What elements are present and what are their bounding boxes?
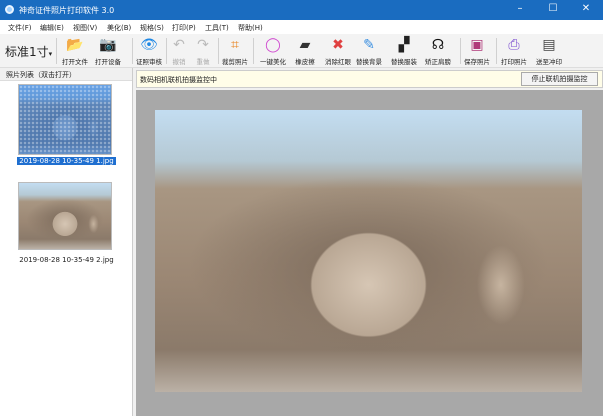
minimize-button[interactable]: – [510, 3, 530, 14]
camera-icon: 📷 [99, 37, 117, 53]
toolbar-button-redo[interactable]: ↷ 重做 [186, 36, 220, 66]
status-text: 数码相机联机拍摄监控中 [140, 76, 217, 84]
toolbar-button-label: 送至冲印 [536, 58, 562, 66]
redo-icon: ↷ [197, 37, 209, 53]
toolbar-button-folder-open[interactable]: 📂 打开文件 [58, 36, 92, 66]
thumbnail-2[interactable] [18, 182, 112, 250]
toolbar-button-label: 矫正肩膀 [425, 58, 451, 66]
toolbar-button-crop[interactable]: ⌗ 裁剪照片 [218, 36, 252, 66]
eraser-icon: ▰ [299, 37, 311, 53]
photo-list-panel: 照片列表（双击打开） 2019-08-28 10-35-49 1.jpg 201… [0, 68, 133, 416]
brush-icon: ✎ [363, 37, 375, 53]
status-bar: 数码相机联机拍摄监控中 停止联机拍摄监控 [136, 70, 603, 88]
thumbnail-1-caption[interactable]: 2019-08-28 10-35-49 1.jpg [0, 157, 133, 165]
toolbar-button-label: 重做 [196, 58, 210, 66]
photo-printer-icon: ▤ [542, 37, 556, 53]
toolbar-button-label: 替换服装 [391, 58, 417, 66]
toolbar-button-label: 替换背景 [356, 58, 382, 66]
toolbar-button-label: 一键美化 [260, 58, 286, 66]
thumbnail-1-name: 2019-08-28 10-35-49 1.jpg [17, 157, 116, 165]
toolbar-button-label: 打开设备 [95, 58, 121, 66]
toolbar-button-label: 消除红眼 [325, 58, 351, 66]
spec-dropdown[interactable]: 标准1寸▾ [5, 43, 52, 60]
title-bar: 神奇证件照片打印软件 3.0 – ☐ ✕ [0, 0, 603, 20]
toolbar-button-suit[interactable]: ▞ 替换服装 [387, 36, 421, 66]
toolbar-button-label: 打印照片 [501, 58, 527, 66]
selection-overlay [19, 85, 111, 154]
stop-monitoring-button[interactable]: 停止联机拍摄监控 [521, 72, 598, 86]
photo-canvas [136, 90, 603, 416]
menu-bar: 文件(F) 编辑(E) 视图(V) 美化(B) 规格(S) 打印(P) 工具(T) 帮助(H) [0, 20, 603, 34]
close-button[interactable]: ✕ [576, 3, 596, 14]
eye-icon: 👁 [140, 37, 158, 53]
maximize-button[interactable]: ☐ [543, 3, 563, 14]
toolbar-separator [253, 38, 254, 64]
toolbar: 标准1寸▾ 📂 打开文件 📷 打开设备 👁 证照审核 ↶ 撤销 ↷ 重做 ⌗ 裁剪照片 ◯ 一键美化 ▰ 橡皮… [0, 34, 603, 68]
menu-0[interactable]: 文件(F) [8, 20, 32, 33]
window-title: 神奇证件照片打印软件 3.0 [19, 6, 115, 15]
thumbnail-1[interactable] [18, 84, 112, 155]
app-logo-icon [5, 5, 14, 14]
menu-7[interactable]: 帮助(H) [238, 20, 263, 33]
toolbar-button-label: 裁剪照片 [222, 58, 248, 66]
spec-label: 标准1寸 [5, 45, 49, 59]
toolbar-button-label: 打开文件 [62, 58, 88, 66]
toolbar-button-eye[interactable]: 👁 证照审核 [132, 36, 166, 66]
toolbar-button-red-eye[interactable]: ✖ 消除红眼 [321, 36, 355, 66]
toolbar-button-save[interactable]: ▣ 保存照片 [460, 36, 494, 66]
folder-open-icon: 📂 [66, 37, 84, 53]
menu-3[interactable]: 美化(B) [107, 20, 131, 33]
red-eye-icon: ✖ [332, 37, 344, 53]
toolbar-button-eraser[interactable]: ▰ 橡皮擦 [288, 36, 322, 66]
toolbar-button-label: 证照审核 [136, 58, 162, 66]
crop-icon: ⌗ [231, 37, 239, 53]
toolbar-button-printer[interactable]: ⎙ 打印照片 [497, 36, 531, 66]
photo-list-title: 照片列表（双击打开） [0, 68, 132, 81]
suit-icon: ▞ [398, 37, 410, 53]
chevron-down-icon: ▾ [48, 50, 53, 58]
menu-4[interactable]: 规格(S) [140, 20, 164, 33]
toolbar-button-label: 保存照片 [464, 58, 490, 66]
toolbar-button-photo-printer[interactable]: ▤ 送至冲印 [532, 36, 566, 66]
toolbar-button-camera[interactable]: 📷 打开设备 [91, 36, 125, 66]
main-photo[interactable] [155, 110, 582, 392]
toolbar-button-color-wheel[interactable]: ◯ 一键美化 [256, 36, 290, 66]
color-wheel-icon: ◯ [265, 37, 281, 53]
printer-icon: ⎙ [508, 37, 520, 53]
toolbar-separator [56, 38, 57, 64]
menu-5[interactable]: 打印(P) [172, 20, 196, 33]
head-icon: ☊ [431, 37, 445, 53]
save-icon: ▣ [470, 37, 484, 53]
thumbnail-2-caption[interactable]: 2019-08-28 10-35-49 2.jpg [0, 256, 133, 264]
toolbar-button-label: 橡皮擦 [295, 58, 315, 66]
toolbar-button-brush[interactable]: ✎ 替换背景 [352, 36, 386, 66]
menu-2[interactable]: 视图(V) [73, 20, 97, 33]
menu-6[interactable]: 工具(T) [205, 20, 229, 33]
toolbar-button-head[interactable]: ☊ 矫正肩膀 [421, 36, 455, 66]
menu-1[interactable]: 编辑(E) [40, 20, 64, 33]
